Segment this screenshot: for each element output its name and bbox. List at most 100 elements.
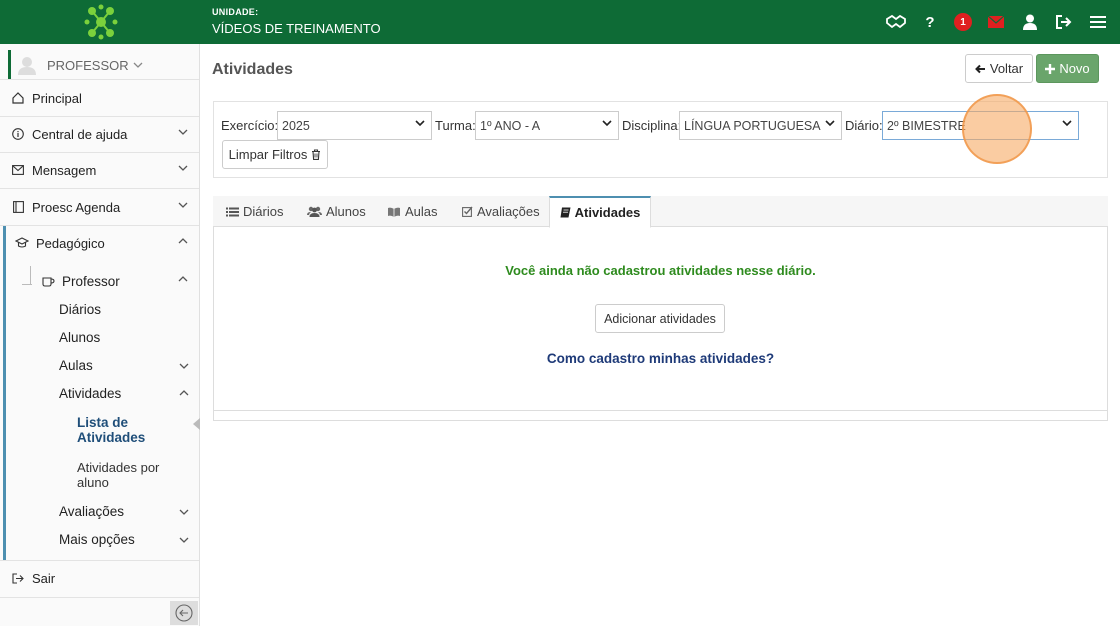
handshake-icon[interactable] xyxy=(886,12,906,32)
tab-label: Atividades xyxy=(574,205,641,220)
chevron-down-icon xyxy=(602,120,612,127)
disciplina-label: Disciplina: xyxy=(622,118,682,133)
exercicio-value: 2025 xyxy=(282,118,310,133)
sidebar-item-label: Proesc Agenda xyxy=(32,199,121,215)
diario-label: Diário: xyxy=(845,118,883,133)
home-icon xyxy=(11,91,25,105)
chevron-down-icon xyxy=(179,363,189,369)
chevron-up-icon xyxy=(178,276,188,282)
sidebar-item-professor[interactable]: Professor xyxy=(0,263,199,299)
tab-alunos[interactable]: Alunos xyxy=(303,196,370,227)
add-activities-button[interactable]: Adicionar atividades xyxy=(595,304,725,333)
clear-filters-label: Limpar Filtros xyxy=(228,147,308,162)
empty-state-message: Você ainda não cadastrou atividades ness… xyxy=(505,263,816,278)
tab-label: Avaliações xyxy=(477,204,540,219)
chevron-down-icon xyxy=(1062,120,1072,127)
click-indicator xyxy=(962,94,1032,164)
sidebar-item-sair[interactable]: Sair xyxy=(0,560,199,596)
tab-label: Aulas xyxy=(405,204,438,219)
sidebar-sub-label: Aulas xyxy=(59,358,93,373)
sidebar-sub-mais-opcoes[interactable]: Mais opções xyxy=(59,532,189,547)
user-icon[interactable] xyxy=(1020,12,1040,32)
trash-icon xyxy=(312,149,321,160)
top-icons: ? 1 xyxy=(886,0,1108,44)
exercicio-label: Exercício: xyxy=(221,118,279,133)
tab-label: Alunos xyxy=(326,204,366,219)
mail-icon[interactable] xyxy=(986,12,1006,32)
info-icon xyxy=(11,127,25,141)
sidebar-sub-alunos[interactable]: Alunos xyxy=(59,330,100,345)
chevron-down-icon xyxy=(133,62,143,68)
plus-icon xyxy=(1045,63,1056,74)
tab-atividades[interactable]: Atividades xyxy=(549,196,651,228)
profile-label: PROFESSOR xyxy=(47,57,129,73)
new-button[interactable]: Novo xyxy=(1036,54,1099,83)
help-icon[interactable]: ? xyxy=(920,12,940,32)
avatar-icon xyxy=(18,57,36,75)
graduation-cap-icon xyxy=(15,236,29,250)
sidebar-item-central-de-ajuda[interactable]: Central de ajuda xyxy=(0,116,199,152)
disciplina-select[interactable]: LÍNGUA PORTUGUESA xyxy=(679,111,842,140)
sidebar-item-label: Mensagem xyxy=(32,162,97,178)
checkbox-icon xyxy=(462,206,473,217)
sidebar-sub-label: Atividades xyxy=(59,386,122,401)
turma-select[interactable]: 1º ANO - A xyxy=(475,111,619,140)
chevron-down-icon xyxy=(179,509,189,515)
active-caret-icon xyxy=(193,418,200,430)
turma-label: Turma: xyxy=(435,118,476,133)
page-title: Atividades xyxy=(212,61,293,78)
list-icon xyxy=(226,207,239,216)
sidebar-item-proesc-agenda[interactable]: Proesc Agenda xyxy=(0,189,199,225)
turma-value: 1º ANO - A xyxy=(480,118,541,133)
sidebar-sub-atividades-por-aluno[interactable]: Atividades por aluno xyxy=(77,460,177,490)
sidebar-sub-diarios[interactable]: Diários xyxy=(59,302,101,317)
sidebar-sub-atividades[interactable]: Atividades xyxy=(59,386,189,401)
book-icon xyxy=(11,200,25,214)
sidebar-sub-label: Avaliações xyxy=(59,504,125,519)
users-icon xyxy=(307,206,322,217)
unit-label: UNIDADE: xyxy=(212,7,259,17)
sidebar-item-label: Principal xyxy=(32,90,82,106)
book-icon xyxy=(560,207,571,218)
disciplina-value: LÍNGUA PORTUGUESA xyxy=(684,118,821,133)
chevron-down-icon xyxy=(178,202,188,208)
profile-menu[interactable]: PROFESSOR xyxy=(8,50,192,80)
tab-label: Diários xyxy=(243,204,284,219)
diario-value: 2º BIMESTRE xyxy=(887,118,966,133)
sidebar-sub-lista-de-atividades[interactable]: Lista de Atividades xyxy=(77,415,157,445)
chevron-up-icon xyxy=(178,238,188,244)
sidebar-sub-aulas[interactable]: Aulas xyxy=(59,358,189,373)
collapse-sidebar-button[interactable] xyxy=(170,601,198,625)
exercicio-select[interactable]: 2025 xyxy=(277,111,432,140)
sidebar-sub-avaliacoes[interactable]: Avaliações xyxy=(59,504,189,519)
tab-avaliacoes[interactable]: Avaliações xyxy=(458,196,544,227)
coffee-cup-icon xyxy=(41,274,55,288)
menu-icon[interactable] xyxy=(1088,12,1108,32)
sidebar-item-mensagem[interactable]: Mensagem xyxy=(0,152,199,188)
chevron-up-icon xyxy=(179,390,189,396)
sidebar: PROFESSOR Principal Central de ajuda Men… xyxy=(0,44,200,626)
howto-link[interactable]: Como cadastro minhas atividades? xyxy=(213,351,1108,366)
logout-icon[interactable] xyxy=(1054,12,1074,32)
unit-name[interactable]: VÍDEOS DE TREINAMENTO xyxy=(212,21,381,36)
new-button-label: Novo xyxy=(1059,61,1090,76)
arrow-left-icon xyxy=(974,64,985,73)
sidebar-item-label: Professor xyxy=(62,273,120,289)
tab-aulas[interactable]: Aulas xyxy=(383,196,442,227)
divider xyxy=(0,597,199,598)
top-bar: UNIDADE: VÍDEOS DE TREINAMENTO ? 1 xyxy=(0,0,1120,44)
logout-icon xyxy=(11,571,25,585)
sidebar-item-pedagogico[interactable]: Pedagógico xyxy=(0,225,199,261)
tabs-footer-divider xyxy=(213,410,1108,411)
back-button[interactable]: Voltar xyxy=(965,54,1033,83)
logo-icon[interactable] xyxy=(84,4,118,40)
notification-badge[interactable]: 1 xyxy=(954,13,972,31)
chevron-down-icon xyxy=(179,537,189,543)
clear-filters-button[interactable]: Limpar Filtros xyxy=(222,140,328,169)
tab-diarios[interactable]: Diários xyxy=(222,196,287,227)
sidebar-item-principal[interactable]: Principal xyxy=(0,80,199,116)
back-button-label: Voltar xyxy=(989,61,1024,76)
envelope-icon xyxy=(11,163,25,177)
sidebar-item-label: Central de ajuda xyxy=(32,126,128,142)
arrow-left-circle-icon xyxy=(175,604,193,622)
